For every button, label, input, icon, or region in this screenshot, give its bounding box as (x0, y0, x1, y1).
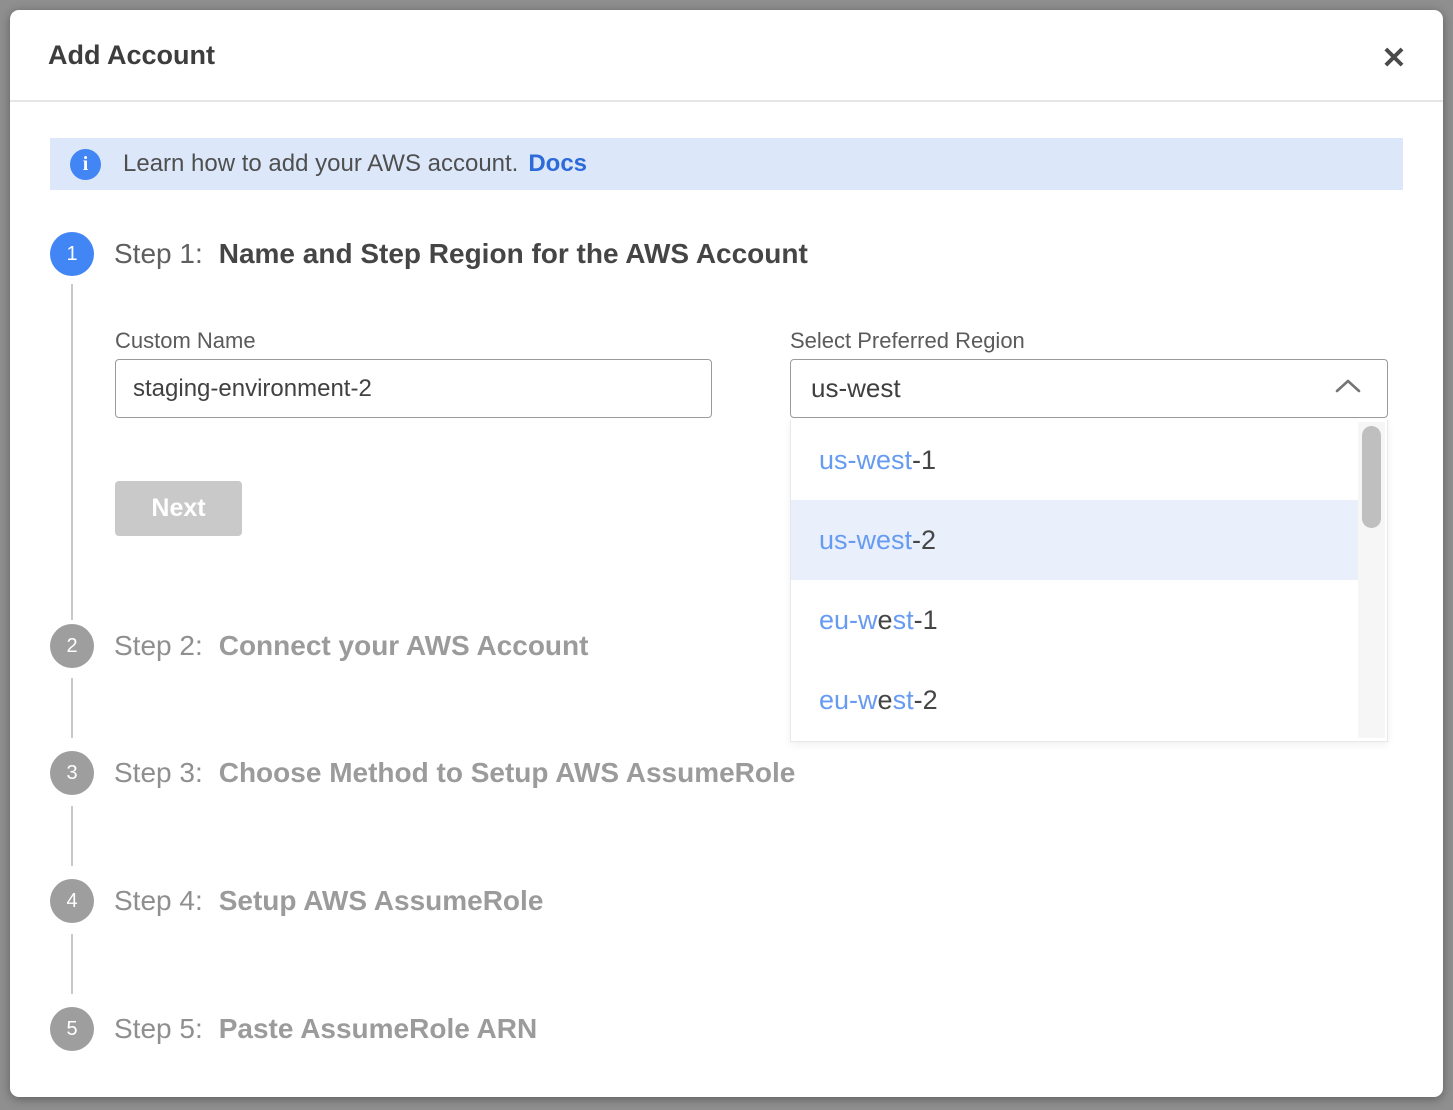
info-banner: i Learn how to add your AWS account. Doc… (50, 138, 1403, 190)
region-select[interactable]: us-west (790, 359, 1388, 418)
step-5-heading: Step 5: Paste AssumeRole ARN (114, 1007, 537, 1051)
step-1-badge: 1 (50, 232, 94, 276)
close-icon[interactable]: ✕ (1372, 36, 1416, 80)
step-3-prefix: Step 3: (114, 757, 203, 789)
chevron-up-icon (1335, 378, 1361, 394)
region-select-value: us-west (811, 373, 901, 404)
dropdown-scrollbar-track[interactable] (1358, 422, 1385, 738)
step-1-title: Name and Step Region for the AWS Account (219, 238, 808, 270)
region-dropdown: us-west-1 us-west-2 eu-west-1 eu-west-2 (790, 420, 1388, 742)
step-2-prefix: Step 2: (114, 630, 203, 662)
region-option-eu-west-2[interactable]: eu-west-2 (791, 660, 1360, 740)
step-2-title: Connect your AWS Account (219, 630, 589, 662)
next-button[interactable]: Next (115, 481, 242, 536)
step-5-badge: 5 (50, 1007, 94, 1051)
docs-link[interactable]: Docs (528, 150, 587, 178)
modal-header: Add Account ✕ (10, 10, 1443, 102)
step-1-heading: Step 1: Name and Step Region for the AWS… (114, 232, 808, 276)
step-5-prefix: Step 5: (114, 1013, 203, 1045)
step-5-title: Paste AssumeRole ARN (219, 1013, 537, 1045)
step-4-badge: 4 (50, 879, 94, 923)
modal-title: Add Account (48, 40, 215, 71)
step-connector (71, 678, 73, 738)
step-2-heading: Step 2: Connect your AWS Account (114, 624, 588, 668)
region-option-eu-west-1[interactable]: eu-west-1 (791, 580, 1360, 660)
add-account-modal: Add Account ✕ i Learn how to add your AW… (10, 10, 1443, 1097)
custom-name-input[interactable] (115, 359, 712, 418)
step-connector (71, 806, 73, 866)
banner-text: Learn how to add your AWS account. (123, 150, 518, 178)
info-icon: i (70, 149, 101, 180)
region-option-us-west-2[interactable]: us-west-2 (791, 500, 1360, 580)
step-connector (71, 934, 73, 994)
step-3-badge: 3 (50, 751, 94, 795)
step-3-heading: Step 3: Choose Method to Setup AWS Assum… (114, 751, 795, 795)
dropdown-scrollbar-thumb[interactable] (1362, 426, 1381, 528)
step-1-prefix: Step 1: (114, 238, 203, 270)
step-2-badge: 2 (50, 624, 94, 668)
custom-name-label: Custom Name (115, 328, 256, 354)
step-connector (71, 284, 73, 620)
step-4-prefix: Step 4: (114, 885, 203, 917)
region-label: Select Preferred Region (790, 328, 1025, 354)
region-option-us-west-1[interactable]: us-west-1 (791, 420, 1360, 500)
step-4-title: Setup AWS AssumeRole (219, 885, 544, 917)
step-4-heading: Step 4: Setup AWS AssumeRole (114, 879, 543, 923)
step-3-title: Choose Method to Setup AWS AssumeRole (219, 757, 796, 789)
